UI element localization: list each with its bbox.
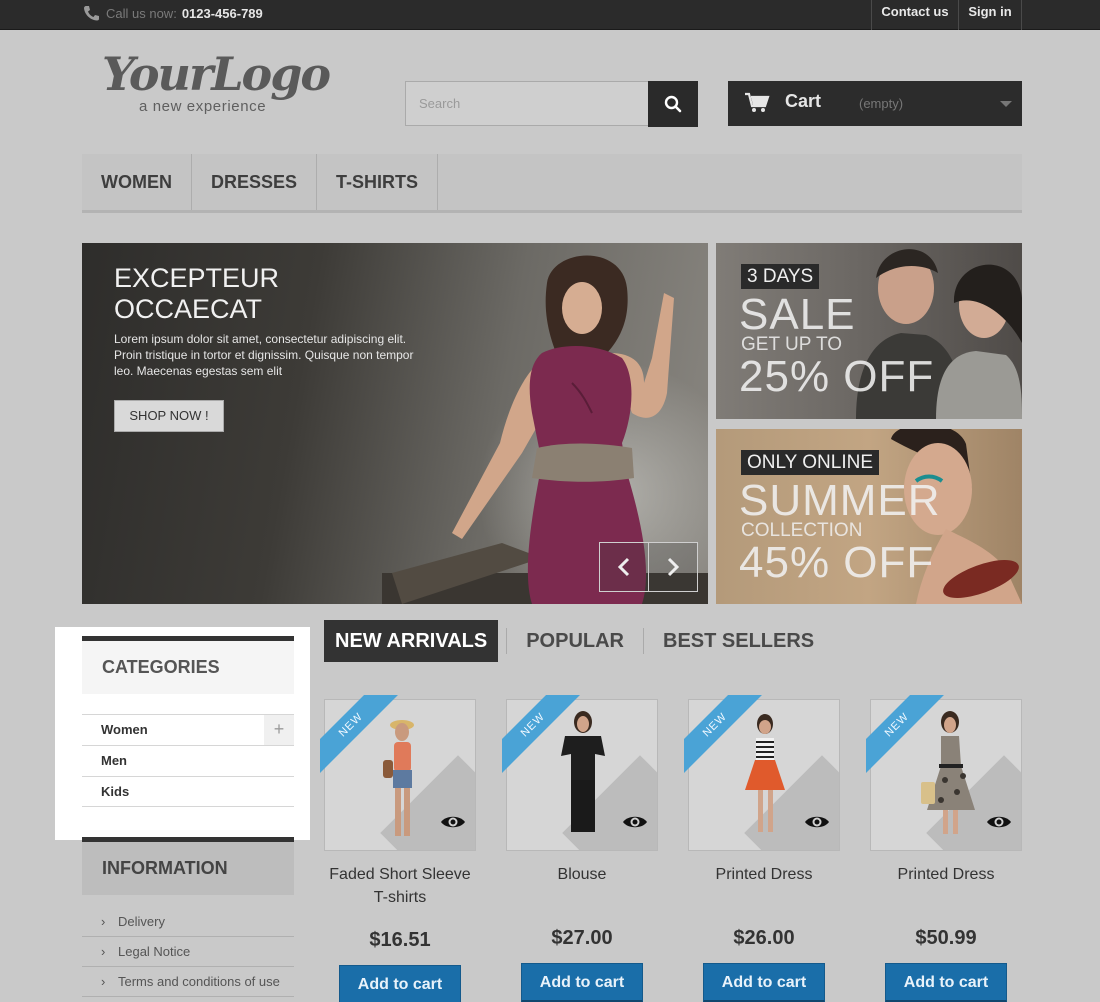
- product-name[interactable]: Printed Dress: [870, 863, 1022, 886]
- category-item-kids[interactable]: Kids: [82, 776, 294, 807]
- info-item-delivery[interactable]: › Delivery: [82, 907, 294, 937]
- product-price: $27.00: [551, 927, 613, 949]
- new-badge: NEW: [866, 695, 956, 785]
- search-input[interactable]: Search: [405, 81, 649, 126]
- add-to-cart-button[interactable]: Add to cart: [339, 965, 461, 1002]
- product-name[interactable]: Printed Dress: [688, 863, 840, 886]
- info-label: Legal Notice: [118, 944, 191, 959]
- cart-icon: [745, 92, 770, 112]
- product-tabs: NEW ARRIVALS POPULAR BEST SELLERS: [324, 620, 825, 662]
- product-price: $26.00: [733, 927, 795, 949]
- new-badge-text: NEW: [684, 695, 770, 780]
- plus-icon[interactable]: +: [264, 715, 294, 745]
- categories-title[interactable]: CATEGORIES: [82, 636, 294, 694]
- slider-next-button[interactable]: [648, 542, 698, 592]
- product-price: $16.51: [369, 929, 431, 951]
- new-badge: NEW: [320, 695, 410, 785]
- banner-offer: 25% OFF: [739, 352, 935, 401]
- summer-banner[interactable]: ONLY ONLINE SUMMER COLLECTION 45% OFF: [716, 429, 1022, 604]
- cart-button[interactable]: Cart (empty): [728, 81, 1022, 126]
- chevron-left-icon: [617, 557, 630, 577]
- cart-label: Cart: [785, 91, 822, 111]
- hero-slider[interactable]: EXCEPTEUR OCCAECAT Lorem ipsum dolor sit…: [82, 243, 708, 604]
- search-button[interactable]: [648, 81, 698, 127]
- phone-number: 0123-456-789: [181, 5, 263, 21]
- phone-icon: [84, 6, 99, 21]
- categories-list: Women + Men Kids: [82, 714, 294, 807]
- chevron-right-icon: ›: [101, 944, 106, 959]
- eye-icon[interactable]: [986, 814, 1012, 830]
- product-name[interactable]: Blouse: [506, 863, 658, 886]
- hero-description: Lorem ipsum dolor sit amet, consectetur …: [114, 332, 414, 378]
- info-label: Terms and conditions of use: [118, 974, 280, 989]
- shop-now-button[interactable]: SHOP NOW !: [114, 400, 224, 432]
- logo-tagline: a new experience: [139, 98, 267, 115]
- banner-offer: 45% OFF: [739, 538, 935, 587]
- category-label: Women: [101, 722, 148, 737]
- menu-item-dresses[interactable]: DRESSES: [192, 154, 318, 210]
- add-to-cart-button[interactable]: Add to cart: [885, 963, 1007, 1002]
- tab-new-arrivals[interactable]: NEW ARRIVALS: [324, 620, 499, 662]
- eye-icon[interactable]: [804, 814, 830, 830]
- menu-item-t-shirts[interactable]: T-SHIRTS: [317, 154, 439, 210]
- call-label: Call us now:: [106, 5, 177, 21]
- chevron-down-icon: [1000, 101, 1012, 107]
- eye-icon[interactable]: [622, 814, 648, 830]
- banner-big: SALE: [739, 290, 856, 339]
- product-name[interactable]: Faded Short Sleeve T-shirts: [324, 863, 476, 909]
- hero-title: EXCEPTEUR OCCAECAT: [114, 263, 280, 324]
- info-label: Delivery: [118, 914, 165, 929]
- banner-big: SUMMER: [739, 476, 941, 525]
- info-item-terms[interactable]: › Terms and conditions of use: [82, 967, 294, 997]
- category-item-men[interactable]: Men: [82, 745, 294, 776]
- product-price: $50.99: [915, 927, 977, 949]
- add-to-cart-button[interactable]: Add to cart: [703, 963, 825, 1002]
- site-logo[interactable]: YourLogo a new experience: [102, 50, 342, 122]
- tab-divider: [643, 628, 645, 654]
- new-badge-text: NEW: [502, 695, 588, 780]
- banner-pill: ONLY ONLINE: [741, 450, 880, 475]
- main-menu: WOMEN DRESSES T-SHIRTS: [82, 154, 1022, 213]
- sale-banner[interactable]: 3 DAYS SALE GET UP TO 25% OFF: [716, 243, 1022, 419]
- menu-item-women[interactable]: WOMEN: [82, 154, 192, 210]
- chevron-right-icon: ›: [101, 974, 106, 989]
- sign-in-link[interactable]: Sign in: [958, 0, 1022, 30]
- phone-info: Call us now: 0123-456-789: [82, 5, 263, 21]
- information-list: › Delivery › Legal Notice › Terms and co…: [82, 907, 294, 997]
- search-icon: [664, 95, 682, 113]
- slider-prev-button[interactable]: [599, 542, 649, 592]
- add-to-cart-button[interactable]: Add to cart: [521, 963, 643, 1002]
- cart-status: (empty): [859, 96, 904, 111]
- new-badge-text: NEW: [320, 695, 406, 780]
- info-item-legal-notice[interactable]: › Legal Notice: [82, 937, 294, 967]
- new-badge: NEW: [502, 695, 592, 785]
- eye-icon[interactable]: [440, 814, 466, 830]
- tab-best-sellers[interactable]: BEST SELLERS: [652, 620, 825, 662]
- category-item-women[interactable]: Women +: [82, 714, 294, 745]
- new-badge-text: NEW: [866, 695, 952, 780]
- new-badge: NEW: [684, 695, 774, 785]
- logo-script: YourLogo: [102, 47, 331, 101]
- contact-us-link[interactable]: Contact us: [871, 0, 958, 30]
- tab-popular[interactable]: POPULAR: [515, 620, 635, 662]
- chevron-right-icon: ›: [101, 914, 106, 929]
- top-bar: Call us now: 0123-456-789 Contact us Sig…: [0, 0, 1100, 30]
- tab-divider: [506, 628, 508, 654]
- banner-pill: 3 DAYS: [741, 264, 820, 289]
- information-title[interactable]: INFORMATION: [82, 837, 294, 895]
- chevron-right-icon: [667, 557, 680, 577]
